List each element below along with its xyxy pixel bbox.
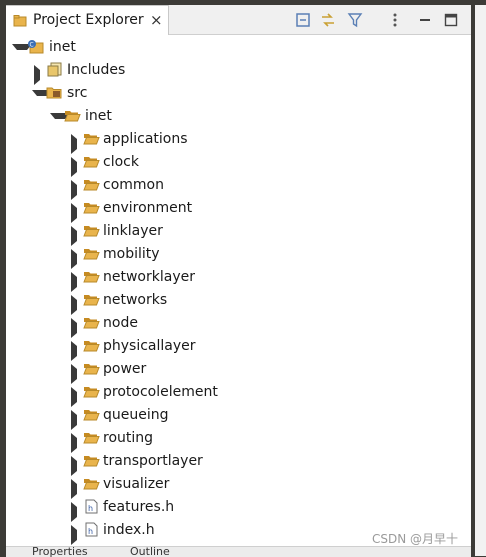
- tree-item-folder[interactable]: environment: [6, 198, 471, 223]
- view-tab-bar: Project Explorer ×: [6, 5, 471, 35]
- tree-label: common: [103, 177, 164, 193]
- tree-label: index.h: [103, 522, 155, 538]
- folder-open-icon: [83, 200, 100, 215]
- includes-icon: [46, 62, 63, 77]
- view-menu-icon[interactable]: [387, 12, 403, 28]
- folder-open-icon: [64, 108, 81, 123]
- folder-open-icon: [83, 246, 100, 261]
- tree-label: protocolelement: [103, 384, 218, 400]
- tree-label: inet: [85, 108, 112, 124]
- svg-text:h: h: [88, 527, 93, 536]
- svg-text:C: C: [30, 42, 34, 49]
- tree-item-folder[interactable]: clock: [6, 152, 471, 177]
- tree-item-folder[interactable]: queueing: [6, 405, 471, 430]
- folder-open-icon: [83, 361, 100, 376]
- folder-open-icon: [83, 269, 100, 284]
- header-file-icon: h: [83, 499, 100, 514]
- project-tree: C inet Includes src inet applications cl…: [6, 35, 471, 556]
- tree-item-folder[interactable]: mobility: [6, 244, 471, 269]
- tree-label: mobility: [103, 246, 160, 262]
- tree-label: routing: [103, 430, 154, 446]
- tree-item-project[interactable]: C inet: [6, 37, 471, 59]
- tree-item-folder[interactable]: power: [6, 359, 471, 384]
- folder-open-icon: [83, 430, 100, 445]
- folder-open-icon: [83, 223, 100, 238]
- folder-open-icon: [83, 407, 100, 422]
- source-folder-icon: [46, 85, 63, 100]
- close-icon[interactable]: ×: [150, 11, 163, 29]
- folder-open-icon: [83, 476, 100, 491]
- tree-item-folder[interactable]: protocolelement: [6, 382, 471, 407]
- tree-item-folder[interactable]: networks: [6, 290, 471, 315]
- folder-open-icon: [83, 292, 100, 307]
- collapse-all-icon[interactable]: [295, 12, 311, 28]
- project-explorer-icon: [13, 14, 27, 32]
- tab-label: Project Explorer: [33, 12, 144, 28]
- tree-label: environment: [103, 200, 193, 216]
- tree-item-folder[interactable]: routing: [6, 428, 471, 453]
- folder-open-icon: [83, 384, 100, 399]
- side-strip: [475, 5, 486, 556]
- tree-item-file[interactable]: h features.h: [6, 497, 471, 522]
- tree-label: linklayer: [103, 223, 163, 239]
- folder-open-icon: [83, 131, 100, 146]
- tree-item-folder[interactable]: transportlayer: [6, 451, 471, 476]
- tree-label: applications: [103, 131, 188, 147]
- maximize-icon[interactable]: [443, 12, 459, 28]
- tree-label: queueing: [103, 407, 169, 423]
- filter-icon[interactable]: [347, 12, 363, 28]
- folder-open-icon: [83, 154, 100, 169]
- tree-item-folder[interactable]: applications: [6, 129, 471, 154]
- tree-label: visualizer: [103, 476, 170, 492]
- tree-item-folder[interactable]: physicallayer: [6, 336, 471, 361]
- tab-project-explorer[interactable]: Project Explorer ×: [6, 5, 169, 35]
- watermark: CSDN @月早十: [372, 532, 459, 546]
- tree-label: inet: [49, 39, 76, 55]
- tree-label: node: [103, 315, 138, 331]
- tree-label: networks: [103, 292, 168, 308]
- tree-label: clock: [103, 154, 139, 170]
- folder-open-icon: [83, 338, 100, 353]
- tree-item-folder[interactable]: visualizer: [6, 474, 471, 499]
- tree-label: Includes: [67, 62, 126, 78]
- project-icon: C: [27, 39, 44, 54]
- folder-open-icon: [83, 453, 100, 468]
- folder-open-icon: [83, 177, 100, 192]
- project-explorer-view: Project Explorer × C inet Includes src i…: [6, 5, 471, 556]
- link-with-editor-icon[interactable]: [320, 12, 336, 28]
- tree-item-src[interactable]: src: [6, 83, 471, 105]
- folder-open-icon: [83, 315, 100, 330]
- header-file-icon: h: [83, 522, 100, 537]
- tree-item-folder[interactable]: node: [6, 313, 471, 338]
- tree-item-folder[interactable]: networklayer: [6, 267, 471, 292]
- svg-text:h: h: [88, 504, 93, 513]
- tree-label: src: [67, 85, 88, 101]
- tree-label: power: [103, 361, 147, 377]
- tree-label: features.h: [103, 499, 175, 515]
- tree-item-package[interactable]: inet: [6, 106, 471, 128]
- tree-item-folder[interactable]: common: [6, 175, 471, 200]
- tree-label: transportlayer: [103, 453, 203, 469]
- bottom-tab-bar: Properties Outline: [6, 546, 471, 557]
- tree-item-folder[interactable]: linklayer: [6, 221, 471, 246]
- minimize-icon[interactable]: [417, 12, 433, 28]
- tree-label: physicallayer: [103, 338, 196, 354]
- tree-item-includes[interactable]: Includes: [6, 60, 471, 85]
- tree-label: networklayer: [103, 269, 195, 285]
